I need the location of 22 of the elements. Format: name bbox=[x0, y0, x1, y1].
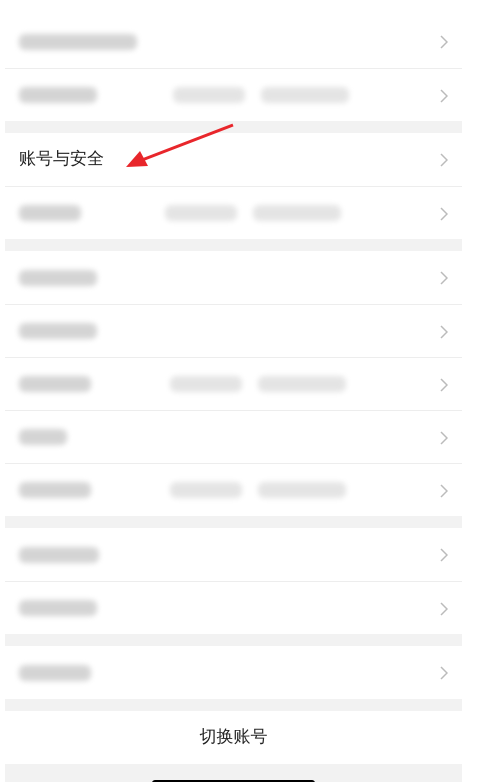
chevron-icon bbox=[440, 88, 448, 103]
chevron-icon bbox=[440, 666, 448, 680]
chevron-icon bbox=[440, 153, 448, 168]
chevron-icon bbox=[440, 484, 448, 498]
blurred-text bbox=[172, 87, 244, 103]
chevron-icon bbox=[440, 35, 448, 50]
blurred-text bbox=[19, 205, 81, 221]
chevron-icon bbox=[440, 430, 448, 445]
chevron-icon bbox=[440, 378, 448, 392]
chevron-icon bbox=[440, 271, 448, 286]
blurred-text bbox=[170, 482, 242, 498]
chevron-icon bbox=[440, 602, 448, 616]
blurred-text bbox=[19, 429, 67, 445]
blurred-text bbox=[19, 664, 91, 680]
chevron-icon bbox=[440, 324, 448, 339]
blurred-text bbox=[170, 376, 242, 392]
blurred-text bbox=[19, 376, 91, 392]
settings-row[interactable]: 账号与安全 bbox=[5, 133, 462, 186]
blurred-text bbox=[164, 205, 236, 221]
chevron-icon bbox=[440, 206, 448, 221]
chevron-icon bbox=[440, 548, 448, 562]
blurred-text bbox=[19, 482, 91, 498]
